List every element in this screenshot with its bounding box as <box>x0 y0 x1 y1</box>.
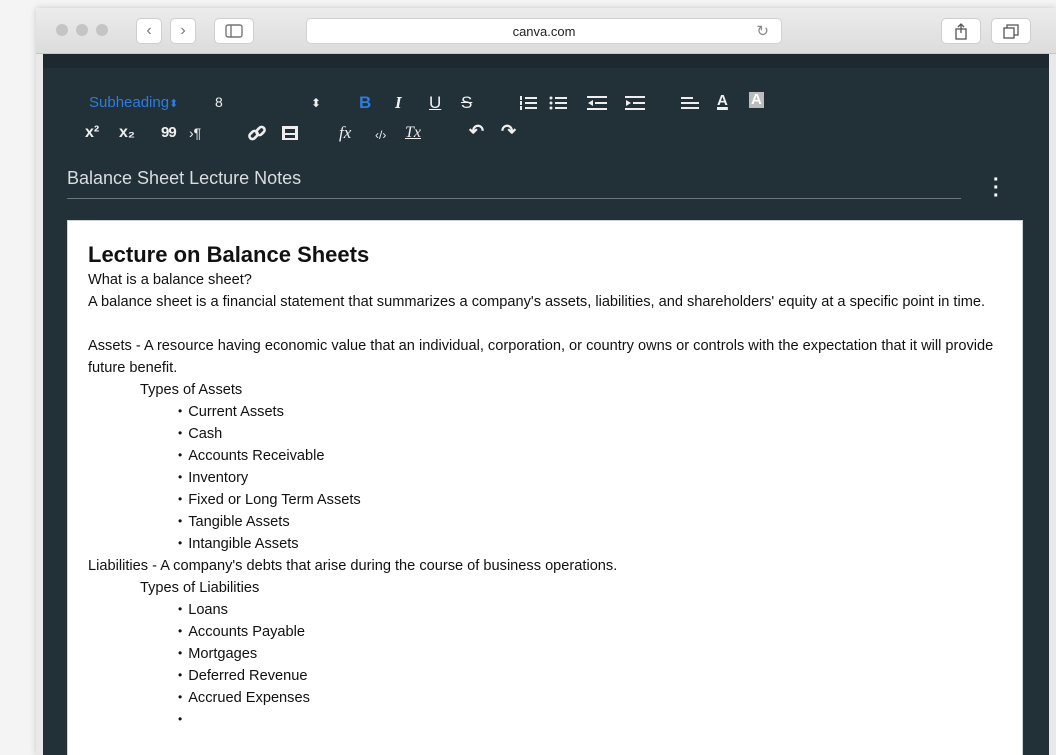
paragraph-line: A balance sheet is a financial statement… <box>88 294 986 310</box>
outdent-icon[interactable] <box>587 95 607 111</box>
text-color-icon[interactable]: A <box>717 92 728 110</box>
subheading-line: Types of Liabilities <box>140 580 260 596</box>
forward-button[interactable]: › <box>170 18 196 44</box>
paragraph-direction-icon[interactable]: ›¶ <box>189 124 201 142</box>
blockquote-icon[interactable]: 99 <box>161 124 177 142</box>
list-item: Cash <box>88 423 1002 445</box>
list-item: Intangible Assets <box>88 533 1002 555</box>
forward-icon: › <box>180 22 186 39</box>
tabs-icon <box>1003 24 1019 39</box>
sidebar-toggle-button[interactable] <box>214 18 254 44</box>
document-page[interactable]: Lecture on Balance Sheets What is a bala… <box>67 220 1023 755</box>
link-icon[interactable] <box>247 124 267 142</box>
subheading-line: Types of Assets <box>140 382 243 398</box>
back-button[interactable]: ‹ <box>136 18 162 44</box>
superscript-button[interactable]: x² <box>85 124 99 142</box>
share-button[interactable] <box>941 18 981 44</box>
title-underline <box>67 198 961 199</box>
highlight-color-icon[interactable]: A <box>749 92 764 108</box>
document-heading: Lecture on Balance Sheets <box>88 242 370 267</box>
bullet-list-icon[interactable] <box>549 95 567 111</box>
font-size-arrows-icon[interactable]: ⬍ <box>311 94 321 112</box>
list-item: Deferred Revenue <box>88 665 1002 687</box>
formula-button[interactable]: fx <box>339 124 351 142</box>
share-icon <box>955 23 967 40</box>
clear-formatting-button[interactable]: Tx <box>405 124 421 142</box>
document-title-input[interactable]: Balance Sheet Lecture Notes <box>67 168 301 189</box>
video-icon[interactable] <box>281 125 299 141</box>
align-left-icon[interactable] <box>681 97 699 109</box>
bold-button[interactable]: B <box>359 94 371 112</box>
paragraph-line: What is a balance sheet? <box>88 272 252 288</box>
font-size-value: 8 <box>215 94 223 110</box>
select-arrows-icon: ⬍ <box>169 98 179 110</box>
sidebar-icon <box>225 24 243 38</box>
list-item: Loans <box>88 599 1002 621</box>
list-item: Tangible Assets <box>88 511 1002 533</box>
back-icon: ‹ <box>146 22 152 39</box>
font-size-select[interactable]: 8 <box>215 94 223 110</box>
strikethrough-button[interactable]: S <box>461 94 472 112</box>
address-bar[interactable]: canva.com ↻ <box>306 18 782 44</box>
paragraph-style-select[interactable]: Subheading⬍ <box>89 94 178 111</box>
subscript-button[interactable]: x₂ <box>119 124 135 142</box>
document-body[interactable]: Lecture on Balance Sheets What is a bala… <box>68 221 1022 731</box>
paragraph-line: Liabilities - A company's debts that ari… <box>88 558 618 574</box>
list-item: Fixed or Long Term Assets <box>88 489 1002 511</box>
minimize-window-dot[interactable] <box>76 24 88 36</box>
redo-icon[interactable]: ↷ <box>501 122 516 140</box>
list-item: Inventory <box>88 467 1002 489</box>
list-item: Accounts Receivable <box>88 445 1002 467</box>
list-item: Accrued Expenses <box>88 687 1002 709</box>
paragraph-style-value: Subheading <box>89 94 170 111</box>
list-item <box>88 709 1002 731</box>
underline-button[interactable]: U <box>429 94 441 112</box>
list-item: Mortgages <box>88 643 1002 665</box>
code-block-icon[interactable]: ‹/› <box>375 126 386 144</box>
more-options-icon[interactable]: · · · <box>993 170 1000 206</box>
editor-panel: Subheading⬍ 8 ⬍ B I U S A A x² x₂ 99 ›¶ … <box>43 54 1049 755</box>
list-item: Accounts Payable <box>88 621 1002 643</box>
browser-titlebar: ‹ › canva.com ↻ <box>36 8 1056 54</box>
ordered-list-icon[interactable] <box>519 95 537 111</box>
browser-window: ‹ › canva.com ↻ Subheading⬍ 8 ⬍ B I U S … <box>36 8 1056 755</box>
reload-icon[interactable]: ↻ <box>756 22 769 40</box>
italic-button[interactable]: I <box>395 94 402 112</box>
undo-icon[interactable]: ↶ <box>469 122 484 140</box>
zoom-window-dot[interactable] <box>96 24 108 36</box>
indent-icon[interactable] <box>625 95 645 111</box>
close-window-dot[interactable] <box>56 24 68 36</box>
paragraph-line: Assets - A resource having economic valu… <box>88 338 994 376</box>
url-text: canva.com <box>512 24 576 39</box>
editor-top-strip <box>43 54 1049 68</box>
list-item: Current Assets <box>88 401 1002 423</box>
tabs-button[interactable] <box>991 18 1031 44</box>
document-lines: What is a balance sheet? A balance sheet … <box>88 269 1002 731</box>
